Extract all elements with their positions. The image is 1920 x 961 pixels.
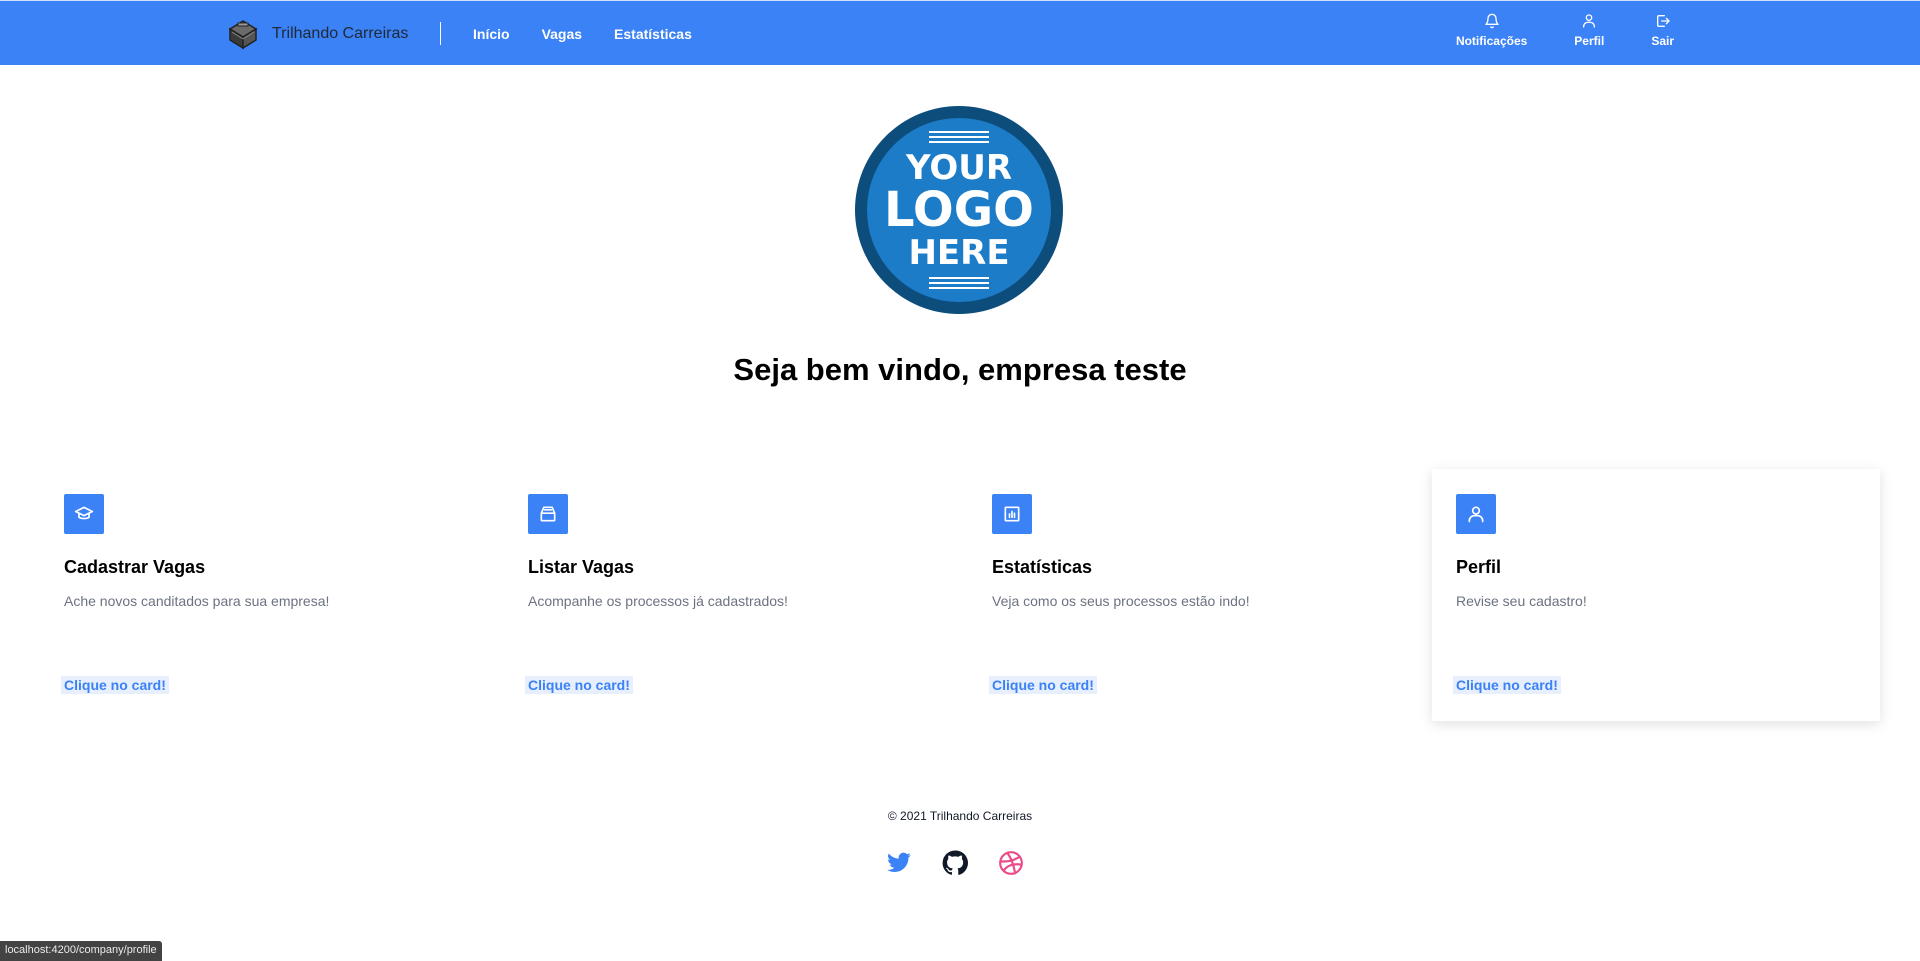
logout-icon	[1656, 15, 1670, 27]
logout-button[interactable]: Sair	[1651, 13, 1674, 48]
card-title: Estatísticas	[992, 557, 1093, 577]
user-icon	[1468, 506, 1484, 523]
card-icon-box	[1456, 494, 1496, 534]
profile-button[interactable]: Perfil	[1574, 13, 1604, 48]
github-icon[interactable]	[942, 850, 968, 876]
top-navbar: Trilhando Carreiras Início Vagas Estatís…	[0, 0, 1920, 65]
notifications-label: Notificações	[1455, 34, 1528, 48]
company-logo-placeholder: YOUR LOGO HERE	[855, 106, 1063, 314]
graduation-cap-icon	[74, 506, 94, 520]
bell-icon	[1484, 13, 1499, 29]
card-description: Acompanhe os processos já cadastrados!	[528, 593, 788, 609]
profile-label: Perfil	[1574, 34, 1605, 48]
card-description: Veja como os seus processos estão indo!	[992, 593, 1250, 609]
card-perfil[interactable]: Perfil Revise seu cadastro! Clique no ca…	[1432, 469, 1880, 721]
card-description: Ache novos canditados para sua empresa!	[64, 593, 330, 609]
card-title: Cadastrar Vagas	[64, 557, 206, 577]
browser-status-url: localhost:4200/company/profile	[0, 941, 162, 961]
card-link[interactable]: Clique no card!	[989, 676, 1097, 694]
card-listar-vagas[interactable]: Listar Vagas Acompanhe os processos já c…	[504, 469, 952, 721]
nav-actions: Notificações Perfil Sair	[1456, 13, 1674, 48]
card-title: Listar Vagas	[528, 557, 635, 577]
card-link[interactable]: Clique no card!	[525, 676, 633, 694]
card-cadastrar-vagas[interactable]: Cadastrar Vagas Ache novos canditados pa…	[40, 469, 488, 721]
card-link[interactable]: Clique no card!	[1453, 676, 1561, 694]
archive-icon	[540, 506, 556, 522]
footer-copyright: © 2021 Trilhando Carreiras	[887, 809, 1033, 823]
dribbble-icon[interactable]	[998, 850, 1024, 876]
card-title: Perfil	[1456, 557, 1502, 577]
nav-link-inicio[interactable]: Início	[473, 26, 510, 42]
logout-label: Sair	[1651, 34, 1674, 48]
card-icon-box	[64, 494, 104, 534]
bar-chart-icon	[1004, 506, 1020, 522]
brand-link[interactable]: Trilhando Carreiras	[226, 17, 408, 51]
card-description: Revise seu cadastro!	[1456, 593, 1587, 609]
welcome-heading: Seja bem vindo, empresa teste	[733, 352, 1187, 387]
card-icon-box	[992, 494, 1032, 534]
logo-line-here: HERE	[908, 233, 1009, 273]
logo-line-logo: LOGO	[884, 182, 1034, 238]
notifications-button[interactable]: Notificações	[1456, 13, 1527, 48]
brand-name: Trilhando Carreiras	[272, 25, 409, 42]
twitter-icon[interactable]	[886, 850, 912, 876]
nav-link-estatisticas[interactable]: Estatísticas	[614, 26, 692, 42]
nav-divider	[440, 22, 441, 45]
briefcase-logo-icon	[228, 20, 258, 50]
nav-link-vagas[interactable]: Vagas	[542, 26, 582, 42]
card-icon-box	[528, 494, 568, 534]
main-nav: Início Vagas Estatísticas	[473, 1, 692, 66]
social-links	[886, 850, 1024, 876]
user-icon	[1583, 14, 1596, 28]
card-estatisticas[interactable]: Estatísticas Veja como os seus processos…	[968, 469, 1416, 721]
card-link[interactable]: Clique no card!	[61, 676, 169, 694]
